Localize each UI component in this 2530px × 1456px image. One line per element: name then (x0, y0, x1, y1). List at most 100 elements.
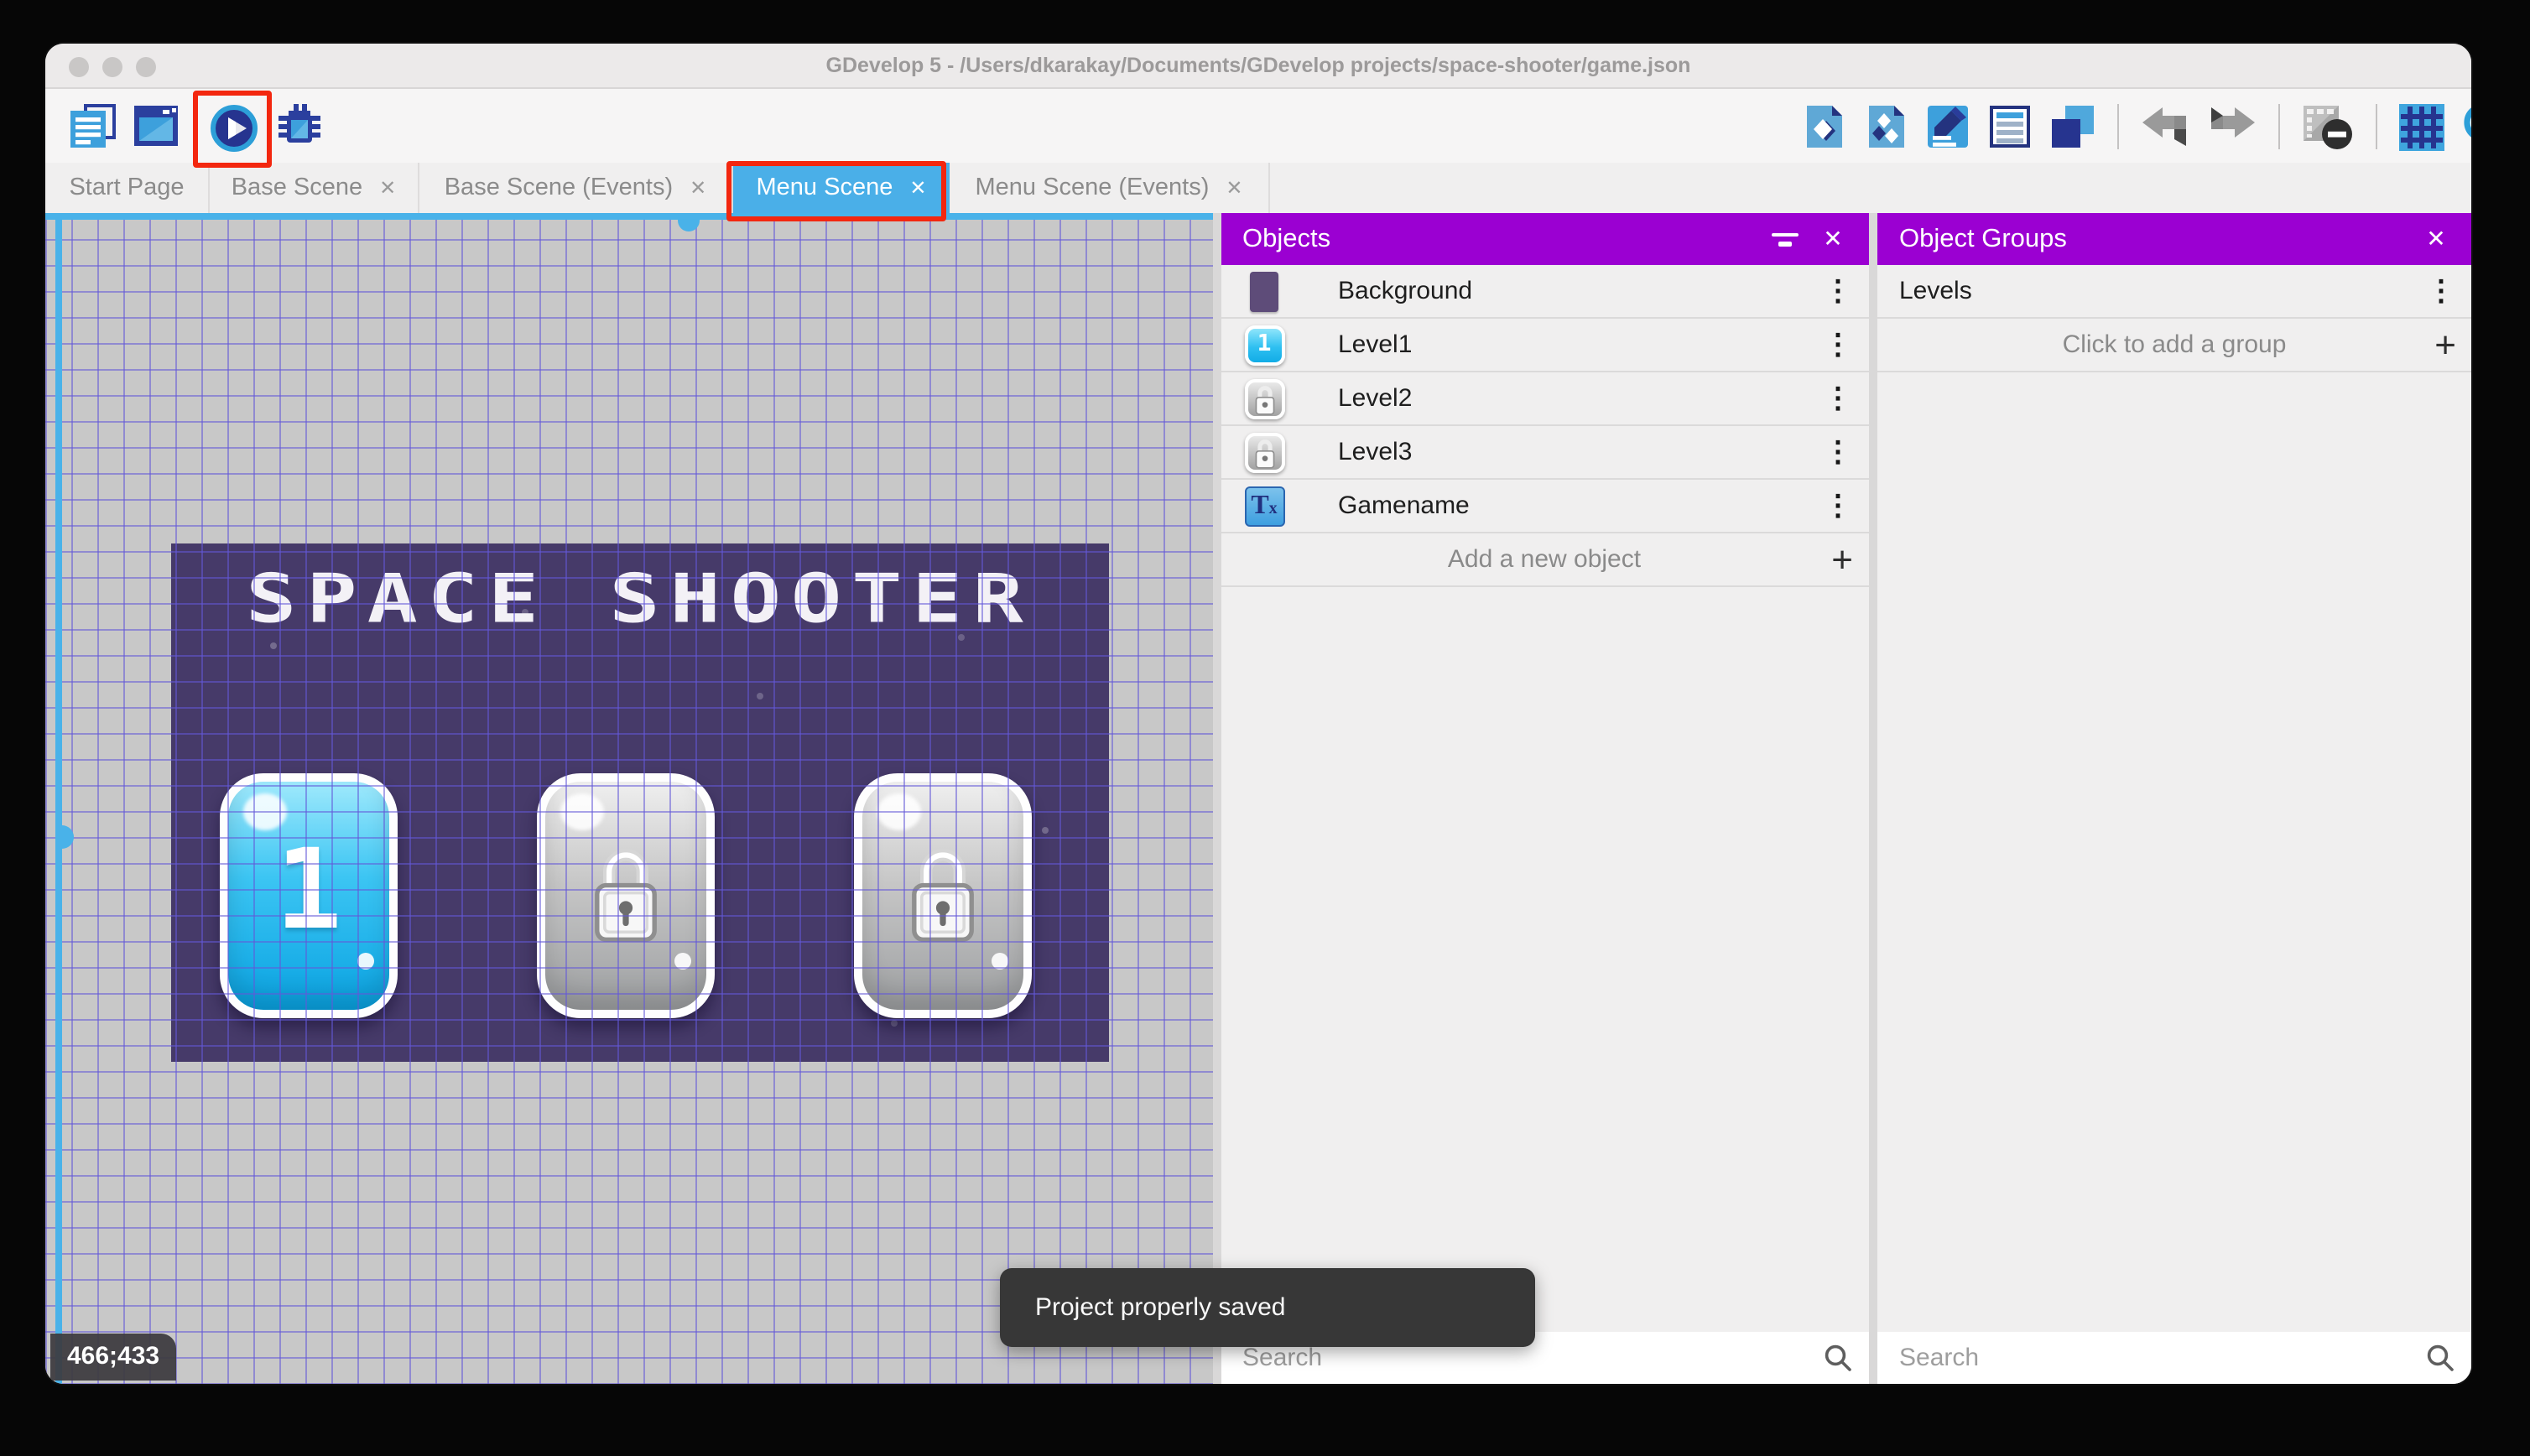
close-objects-panel-icon[interactable]: ✕ (1811, 217, 1855, 261)
tab-label: Start Page (69, 174, 185, 201)
tab-close-icon[interactable]: ✕ (1226, 176, 1242, 200)
groups-list: Levels ⋮ Click to add a group + (1877, 265, 2471, 372)
close-groups-panel-icon[interactable]: ✕ (2414, 217, 2458, 261)
object-menu-icon[interactable]: ⋮ (1821, 372, 1855, 426)
toolbar-separator (2117, 104, 2119, 149)
add-object-plus-icon[interactable]: + (1831, 538, 1853, 582)
level1-button-instance[interactable]: 1 (220, 773, 398, 1018)
horizontal-scroll-marker[interactable] (678, 218, 700, 231)
window-title: GDevelop 5 - /Users/dkarakay/Documents/G… (825, 54, 1691, 77)
tab-label: Base Scene (231, 174, 363, 201)
tab-close-icon[interactable]: ✕ (379, 176, 396, 200)
object-label: Level3 (1338, 438, 1413, 466)
groups-search-input[interactable] (1899, 1332, 2315, 1384)
object-groups-panel: Object Groups ✕ Levels ⋮ Click to add a … (1877, 213, 2471, 1384)
level2-thumbnail (1244, 378, 1284, 419)
toolbar: 1:1 (45, 89, 2471, 168)
gdevelop-window: GDevelop 5 - /Users/dkarakay/Documents/G… (45, 44, 2471, 1384)
redo-icon[interactable] (2208, 107, 2257, 147)
scene-editor-canvas[interactable]: SPACE SHOOTER 1 466;433 (45, 213, 1212, 1384)
level2-button-instance[interactable] (537, 773, 715, 1018)
object-menu-icon[interactable]: ⋮ (1821, 265, 1855, 319)
group-label: Levels (1899, 277, 1972, 305)
panel-resize-divider[interactable] (1212, 213, 1221, 1384)
add-group-plus-icon[interactable]: + (2434, 324, 2456, 367)
layers-icon[interactable] (2050, 104, 2095, 149)
tab-start-page[interactable]: Start Page (45, 163, 210, 213)
toast-message: Project properly saved (1035, 1293, 1286, 1322)
groups-search-bar (1877, 1332, 2471, 1384)
game-scene-preview[interactable]: SPACE SHOOTER 1 (170, 543, 1109, 1062)
vertical-scroll-marker[interactable] (60, 825, 74, 849)
objects-panel-title: Objects (1242, 224, 1331, 252)
object-row-level3[interactable]: Level3 ⋮ (1221, 426, 1868, 480)
scene-stars (170, 543, 174, 547)
object-row-background[interactable]: Background ⋮ (1221, 265, 1868, 319)
level3-thumbnail (1244, 432, 1284, 472)
lock-icon (1254, 385, 1274, 414)
tab-base-scene[interactable]: Base Scene ✕ (210, 163, 419, 213)
vertical-scroll-ruler[interactable] (55, 213, 61, 1384)
debug-icon[interactable] (275, 102, 324, 151)
add-object-row[interactable]: Add a new object + (1221, 533, 1868, 587)
titlebar: GDevelop 5 - /Users/dkarakay/Documents/G… (45, 44, 2471, 89)
start-page-icon[interactable] (133, 102, 181, 151)
grid-icon[interactable] (2399, 103, 2444, 150)
instances-list-icon[interactable] (1988, 104, 2032, 149)
search-icon[interactable] (2426, 1344, 2455, 1381)
zoom-1-1-icon[interactable]: 1:1 (2463, 101, 2471, 152)
tab-close-icon[interactable]: ✕ (909, 176, 926, 200)
tab-close-icon[interactable]: ✕ (690, 176, 706, 200)
object-label: Gamename (1338, 491, 1470, 520)
toolbar-separator (2376, 104, 2377, 149)
tab-label: Base Scene (Events) (444, 174, 674, 201)
horizontal-scroll-ruler[interactable] (45, 213, 1212, 219)
scene-title-text[interactable]: SPACE SHOOTER (170, 560, 1109, 638)
lock-icon (912, 849, 974, 943)
toolbar-right-icons: 1:1 (1802, 102, 2471, 151)
tab-menu-scene[interactable]: Menu Scene ✕ (733, 163, 950, 213)
object-row-gamename[interactable]: Tx Gamename ⋮ (1221, 480, 1868, 533)
object-label: Level1 (1338, 330, 1413, 359)
cursor-coordinates-badge: 466;433 (50, 1334, 177, 1381)
object-row-level1[interactable]: 1 Level1 ⋮ (1221, 319, 1868, 372)
tab-base-scene-events[interactable]: Base Scene (Events) ✕ (419, 163, 733, 213)
filter-icon[interactable] (1767, 217, 1811, 261)
objects-panel-header: Objects ✕ (1221, 213, 1868, 265)
save-toast: Project properly saved (1000, 1268, 1535, 1347)
objects-editor-icon[interactable] (1802, 104, 1845, 149)
panel-resize-divider[interactable] (1868, 213, 1877, 1384)
level1-number: 1 (275, 825, 342, 954)
object-menu-icon[interactable]: ⋮ (1821, 480, 1855, 533)
undo-icon[interactable] (2141, 107, 2189, 147)
level3-button-instance[interactable] (854, 773, 1032, 1018)
add-group-row[interactable]: Click to add a group + (1877, 319, 2471, 372)
level1-thumbnail: 1 (1244, 325, 1284, 365)
object-groups-icon[interactable] (1864, 104, 1908, 149)
object-menu-icon[interactable]: ⋮ (1821, 319, 1855, 372)
lock-icon (595, 849, 657, 943)
screenshot-stage: GDevelop 5 - /Users/dkarakay/Documents/G… (0, 0, 2530, 1456)
text-object-thumbnail: Tx (1244, 486, 1284, 526)
add-object-label: Add a new object (1447, 545, 1642, 574)
tab-bar: Start Page Base Scene ✕ Base Scene (Even… (45, 161, 2471, 221)
background-thumbnail (1250, 271, 1278, 311)
object-row-level2[interactable]: Level2 ⋮ (1221, 372, 1868, 426)
group-row-levels[interactable]: Levels ⋮ (1877, 265, 2471, 319)
add-group-label: Click to add a group (2062, 330, 2287, 359)
toolbar-separator (2278, 104, 2280, 149)
object-menu-icon[interactable]: ⋮ (1821, 426, 1855, 480)
tab-menu-scene-events[interactable]: Menu Scene (Events) ✕ (950, 163, 1270, 213)
object-label: Level2 (1338, 384, 1413, 413)
window-mask-icon[interactable] (2302, 102, 2354, 151)
object-label: Background (1338, 277, 1473, 305)
tab-label: Menu Scene (756, 174, 893, 201)
play-icon[interactable] (210, 104, 258, 153)
lock-icon (1254, 439, 1274, 468)
search-icon[interactable] (1823, 1344, 1851, 1381)
project-manager-icon[interactable] (69, 102, 117, 151)
group-menu-icon[interactable]: ⋮ (2424, 265, 2458, 319)
tab-label: Menu Scene (Events) (975, 174, 1210, 201)
objects-list: Background ⋮ 1 Level1 ⋮ Level2 ⋮ Level3 … (1221, 265, 1868, 587)
properties-icon[interactable] (1926, 104, 1970, 149)
